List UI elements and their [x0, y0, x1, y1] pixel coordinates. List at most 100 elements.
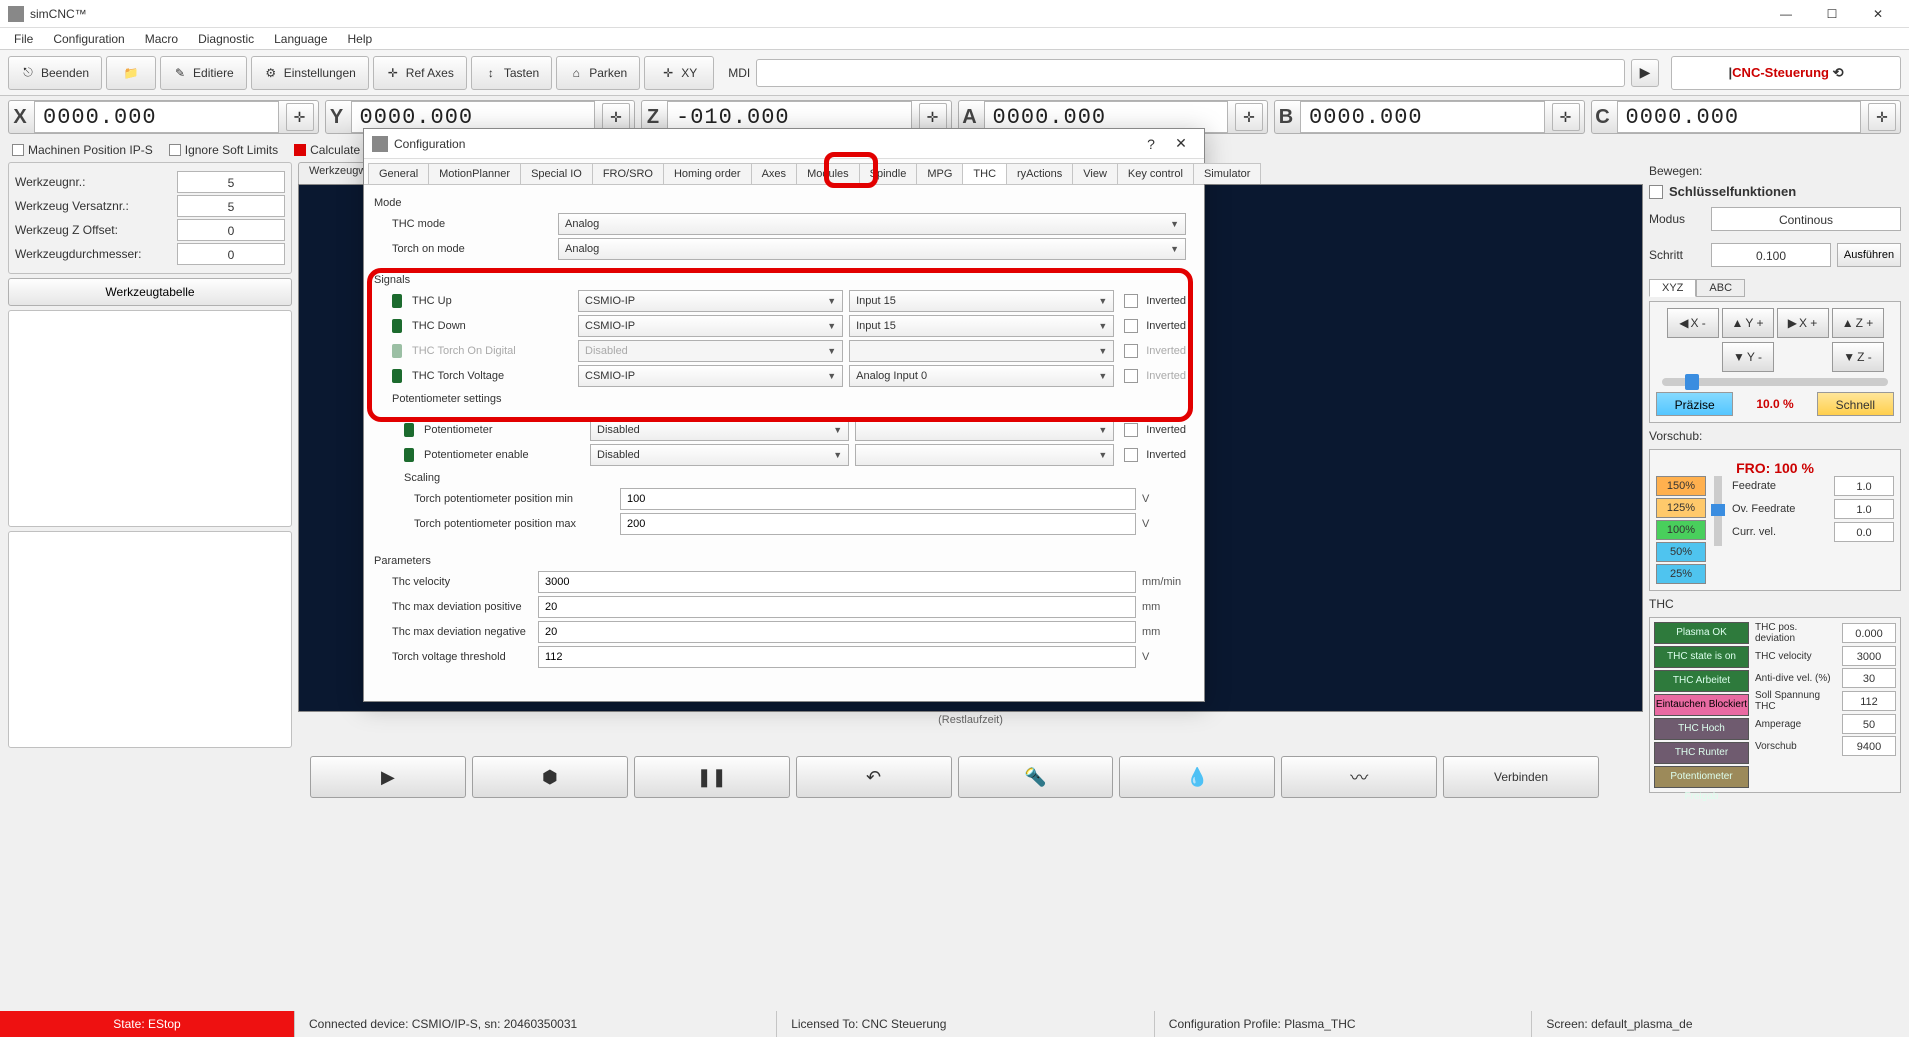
fro-pct-150[interactable]: 150% [1656, 476, 1706, 496]
zero-y-button[interactable]: ✛ [602, 103, 630, 131]
dialog-body[interactable]: Mode THC modeAnalog▼ Torch on modeAnalog… [364, 185, 1204, 701]
cfg-tab-frosro[interactable]: FRO/SRO [592, 163, 664, 184]
zero-b-button[interactable]: ✛ [1552, 103, 1580, 131]
jog-y-minus[interactable]: ▼Y - [1722, 342, 1774, 372]
thc-status-6[interactable]: Potentiometer Freigab [1654, 766, 1749, 788]
spindle-button[interactable]: 〰 [1281, 756, 1437, 798]
thc-val[interactable]: 3000 [1842, 646, 1896, 666]
thc-status-1[interactable]: THC state is on [1654, 646, 1749, 668]
gcode-list[interactable] [8, 310, 292, 527]
soft-limits-checkbox[interactable]: Ignore Soft Limits [169, 143, 278, 157]
cfg-tab-motionplanner[interactable]: MotionPlanner [428, 163, 521, 184]
cfg-tab-keycontrol[interactable]: Key control [1117, 163, 1194, 184]
signal-device-select[interactable]: CSMIO-IP▼ [578, 315, 843, 337]
open-button[interactable]: 📁 [106, 56, 156, 90]
menu-language[interactable]: Language [264, 30, 337, 48]
werkzeugtabelle-button[interactable]: Werkzeugtabelle [8, 278, 292, 306]
jog-x-minus[interactable]: ◀X - [1667, 308, 1719, 338]
menu-diagnostic[interactable]: Diagnostic [188, 30, 264, 48]
torch-button[interactable]: 🔦 [958, 756, 1114, 798]
versatz-value[interactable]: 5 [177, 195, 285, 217]
jog-y-plus[interactable]: ▲Y + [1722, 308, 1774, 338]
einstellungen-button[interactable]: ⚙Einstellungen [251, 56, 369, 90]
param-input[interactable] [538, 596, 1136, 618]
keys-checkbox[interactable]: Schlüsselfunktionen [1649, 184, 1901, 199]
jog-z-minus[interactable]: ▼Z - [1832, 342, 1884, 372]
pot-device-select[interactable]: Disabled▼ [590, 444, 849, 466]
play-button[interactable]: ▶ [310, 756, 466, 798]
signal-device-select[interactable]: CSMIO-IP▼ [578, 290, 843, 312]
durch-value[interactable]: 0 [177, 243, 285, 265]
modus-value[interactable]: Continous [1711, 207, 1901, 231]
mdi-input[interactable] [756, 59, 1625, 87]
thc-status-2[interactable]: THC Arbeitet [1654, 670, 1749, 692]
verbinden-button[interactable]: Verbinden [1443, 756, 1599, 798]
stop-button[interactable]: ⬢ [472, 756, 628, 798]
thc-val[interactable]: 50 [1842, 714, 1896, 734]
editiere-button[interactable]: ✎Editiere [160, 56, 247, 90]
fro-pct-50[interactable]: 50% [1656, 542, 1706, 562]
menu-macro[interactable]: Macro [135, 30, 188, 48]
jog-x-plus[interactable]: ▶X + [1777, 308, 1829, 338]
tasten-button[interactable]: ↕Tasten [471, 56, 552, 90]
feedrate-value[interactable]: 1.0 [1834, 476, 1894, 496]
fro-pct-100[interactable]: 100% [1656, 520, 1706, 540]
werkzeugnr-value[interactable]: 5 [177, 171, 285, 193]
pot-device-select[interactable]: Disabled▼ [590, 419, 849, 441]
mdi-run-button[interactable]: ▶ [1631, 59, 1659, 87]
ovfeedrate-value[interactable]: 1.0 [1834, 499, 1894, 519]
thc-val[interactable]: 0.000 [1842, 623, 1896, 643]
fro-pct-125[interactable]: 125% [1656, 498, 1706, 518]
zero-x-button[interactable]: ✛ [286, 103, 314, 131]
thc-status-3[interactable]: Eintauchen Blockiert [1654, 694, 1749, 716]
pot-pin-select[interactable]: ▼ [855, 444, 1114, 466]
rewind-button[interactable]: ↶ [796, 756, 952, 798]
fro-pct-25[interactable]: 25% [1656, 564, 1706, 584]
dialog-close-button[interactable]: ✕ [1166, 132, 1196, 156]
dro-b-value[interactable]: 0000.000 [1300, 101, 1545, 133]
signal-pin-select[interactable]: Input 15▼ [849, 315, 1114, 337]
cfg-tab-view[interactable]: View [1072, 163, 1118, 184]
thc-val[interactable]: 30 [1842, 668, 1896, 688]
cfg-tab-specialio[interactable]: Special IO [520, 163, 593, 184]
thc-status-0[interactable]: Plasma OK [1654, 622, 1749, 644]
pot-inverted-checkbox[interactable] [1124, 423, 1138, 437]
param-input[interactable] [538, 571, 1136, 593]
thc-status-5[interactable]: THC Runter [1654, 742, 1749, 764]
pot-inverted-checkbox[interactable] [1124, 448, 1138, 462]
fro-slider[interactable] [1714, 476, 1722, 546]
dro-x-value[interactable]: 0000.000 [34, 101, 279, 133]
tpmin-input[interactable] [620, 488, 1136, 510]
minimize-button[interactable]: — [1763, 0, 1809, 28]
thc-status-4[interactable]: THC Hoch [1654, 718, 1749, 740]
maximize-button[interactable]: ☐ [1809, 0, 1855, 28]
xy-button[interactable]: ✛XY [644, 56, 714, 90]
param-input[interactable] [538, 621, 1136, 643]
tab-abc[interactable]: ABC [1696, 279, 1745, 297]
torch-on-mode-select[interactable]: Analog▼ [558, 238, 1186, 260]
machine-pos-checkbox[interactable]: Machinen Position IP-S [12, 143, 153, 157]
param-input[interactable] [538, 646, 1136, 668]
schnell-button[interactable]: Schnell [1817, 392, 1894, 416]
precise-button[interactable]: Präzise [1656, 392, 1733, 416]
cfg-tab-simulator[interactable]: Simulator [1193, 163, 1261, 184]
menu-help[interactable]: Help [338, 30, 383, 48]
dialog-help-button[interactable]: ? [1136, 132, 1166, 156]
tab-xyz[interactable]: XYZ [1649, 279, 1696, 297]
cfg-tab-axes[interactable]: Axes [751, 163, 797, 184]
jog-speed-slider[interactable] [1662, 378, 1888, 386]
cfg-tab-spindle[interactable]: Spindle [859, 163, 918, 184]
signal-pin-select[interactable]: Analog Input 0▼ [849, 365, 1114, 387]
signal-inverted-checkbox[interactable] [1124, 294, 1138, 308]
beenden-button[interactable]: ⎋Beenden [8, 56, 102, 90]
cfg-tab-thc[interactable]: THC [962, 163, 1007, 184]
zero-a-button[interactable]: ✛ [1235, 103, 1263, 131]
cfg-tab-ryactions[interactable]: ryActions [1006, 163, 1073, 184]
menu-configuration[interactable]: Configuration [43, 30, 134, 48]
coolant-button[interactable]: 💧 [1119, 756, 1275, 798]
zero-z-button[interactable]: ✛ [919, 103, 947, 131]
pause-button[interactable]: ❚❚ [634, 756, 790, 798]
log-box[interactable] [8, 531, 292, 748]
ausfuehren-button[interactable]: Ausführen [1837, 243, 1901, 267]
dro-c-value[interactable]: 0000.000 [1617, 101, 1862, 133]
